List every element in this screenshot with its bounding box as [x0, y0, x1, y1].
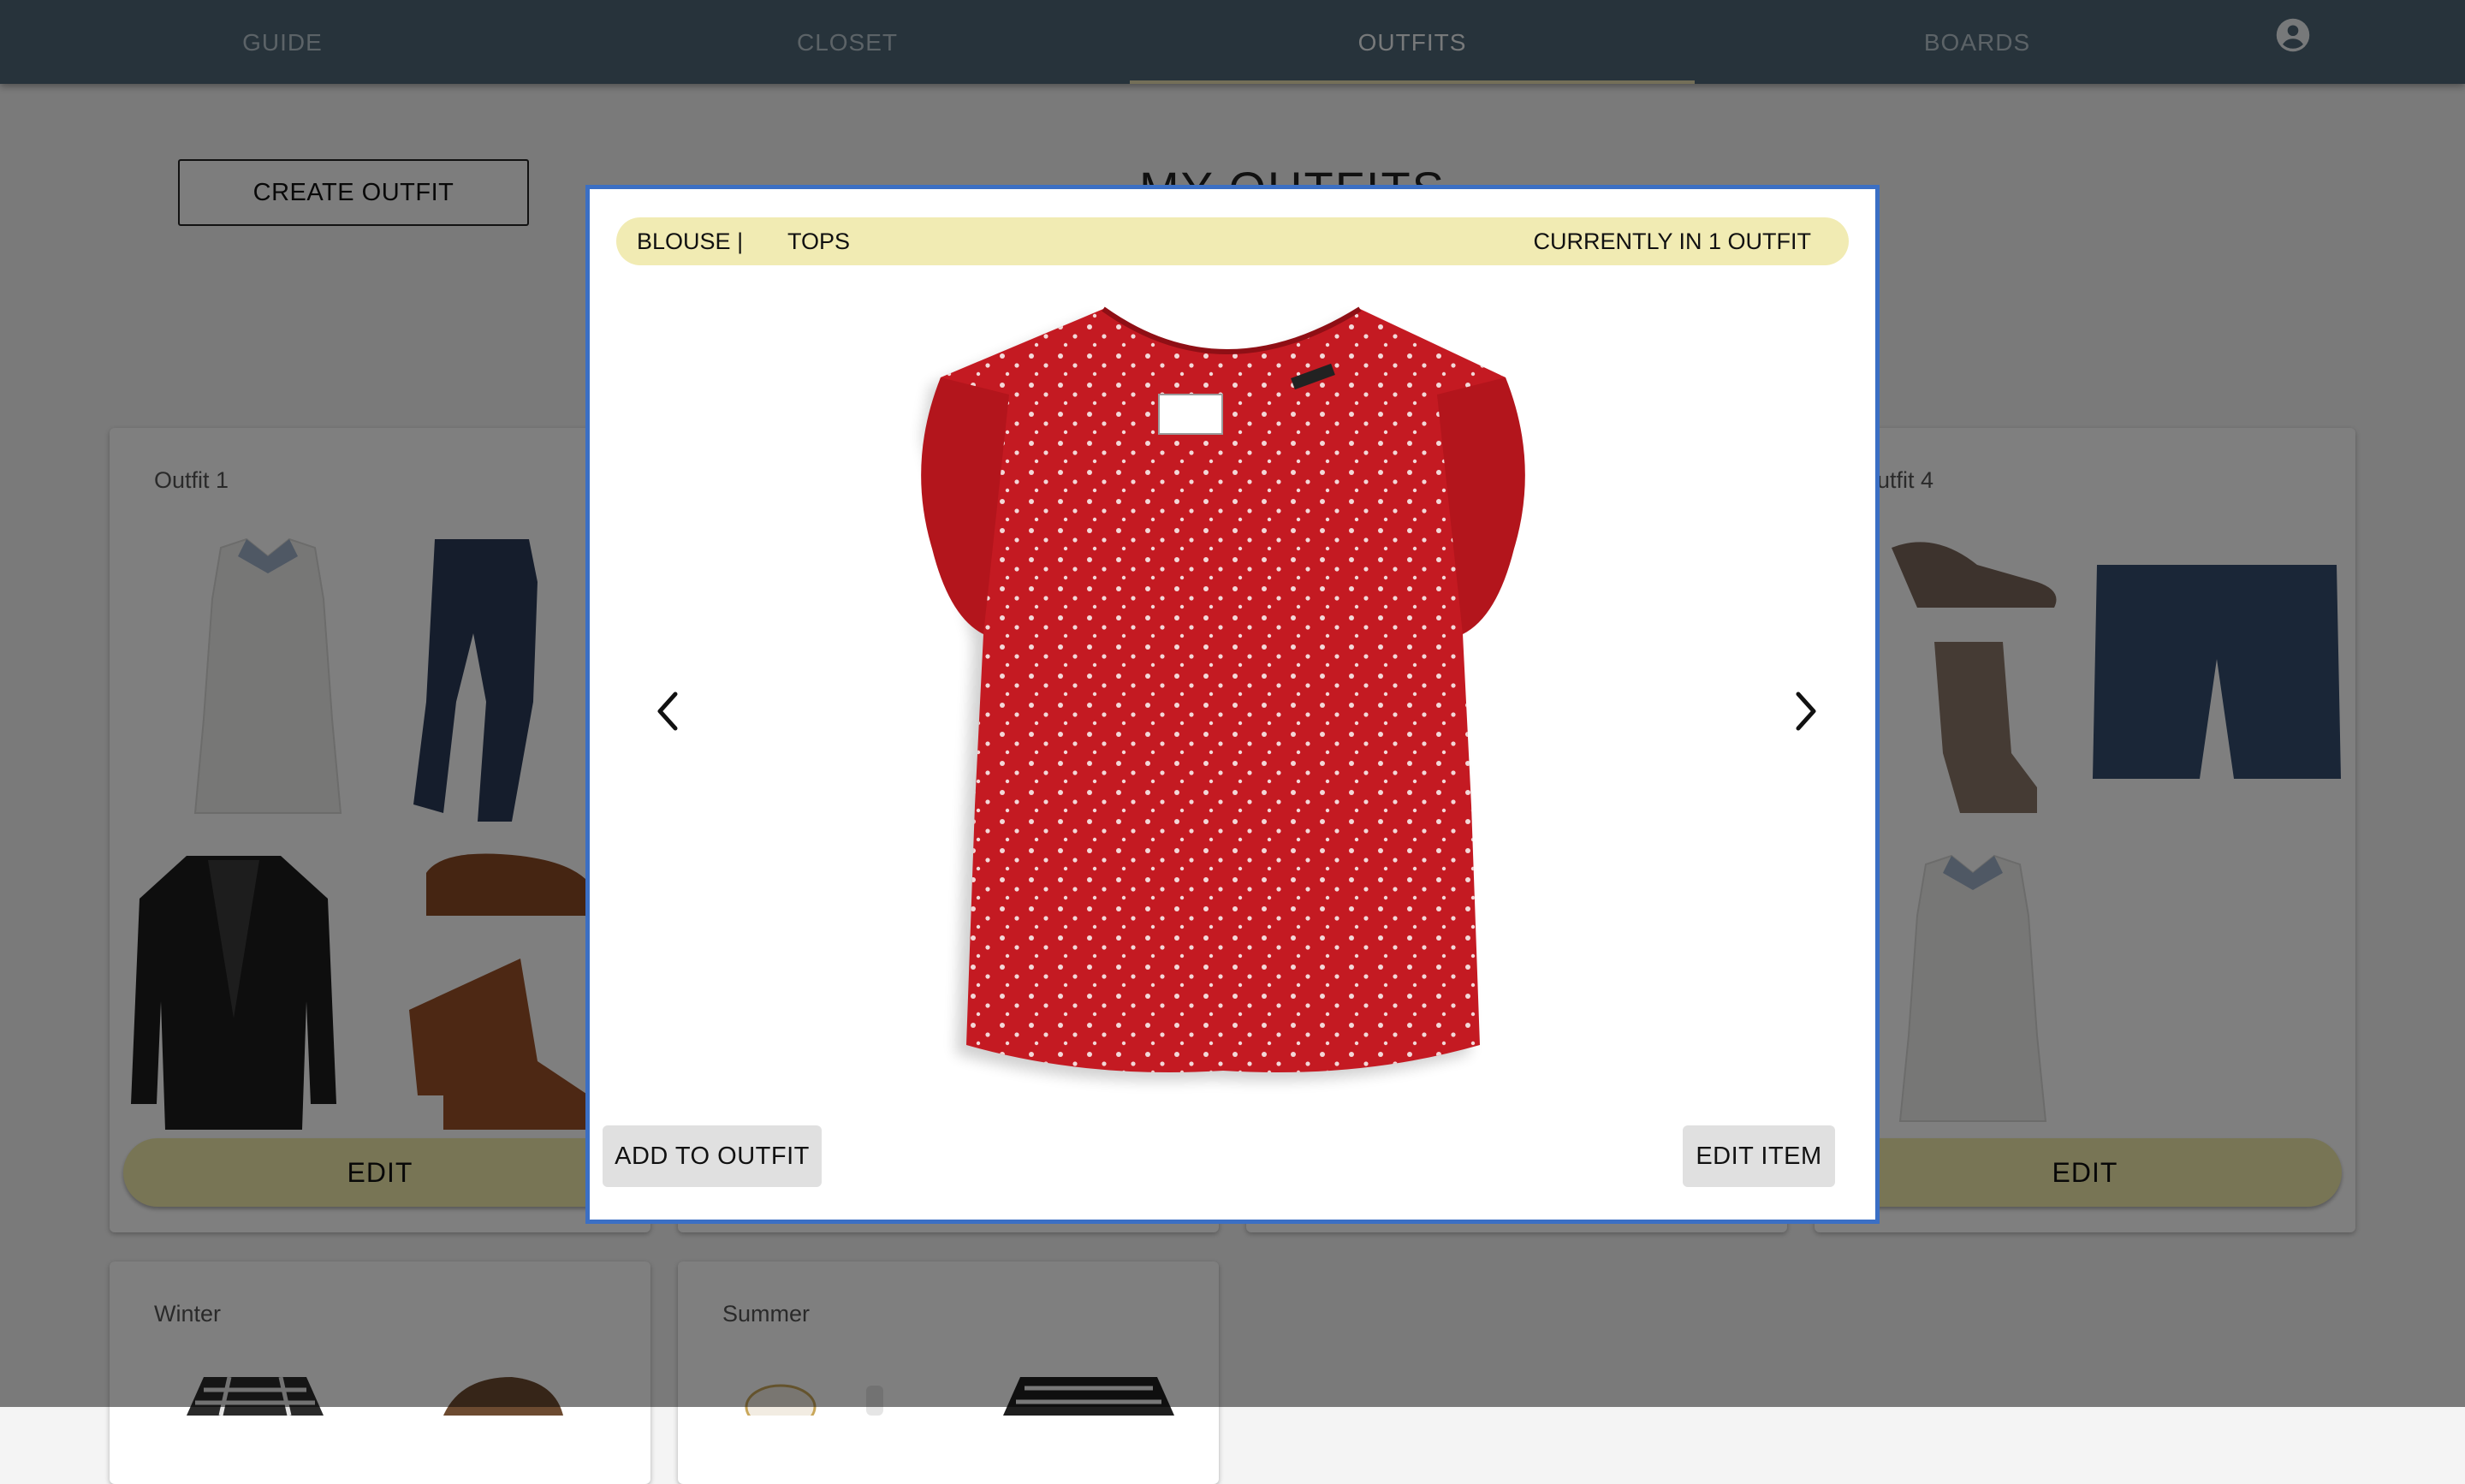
outfit-usage-label: CURRENTLY IN 1 OUTFIT: [1533, 229, 1811, 254]
chevron-right-icon[interactable]: [1788, 686, 1822, 737]
edit-item-button[interactable]: EDIT ITEM: [1683, 1125, 1835, 1187]
item-info-bar: BLOUSE | TOPS CURRENTLY IN 1 OUTFIT: [616, 217, 1849, 265]
item-type-label: BLOUSE |: [637, 229, 744, 254]
item-category-label: TOPS: [787, 229, 851, 254]
chevron-left-icon[interactable]: [651, 686, 686, 737]
item-detail-modal: BLOUSE | TOPS CURRENTLY IN 1 OUTFIT ADD …: [585, 185, 1880, 1224]
blouse-image: [921, 306, 1525, 1081]
add-to-outfit-button[interactable]: ADD TO OUTFIT: [603, 1125, 822, 1187]
